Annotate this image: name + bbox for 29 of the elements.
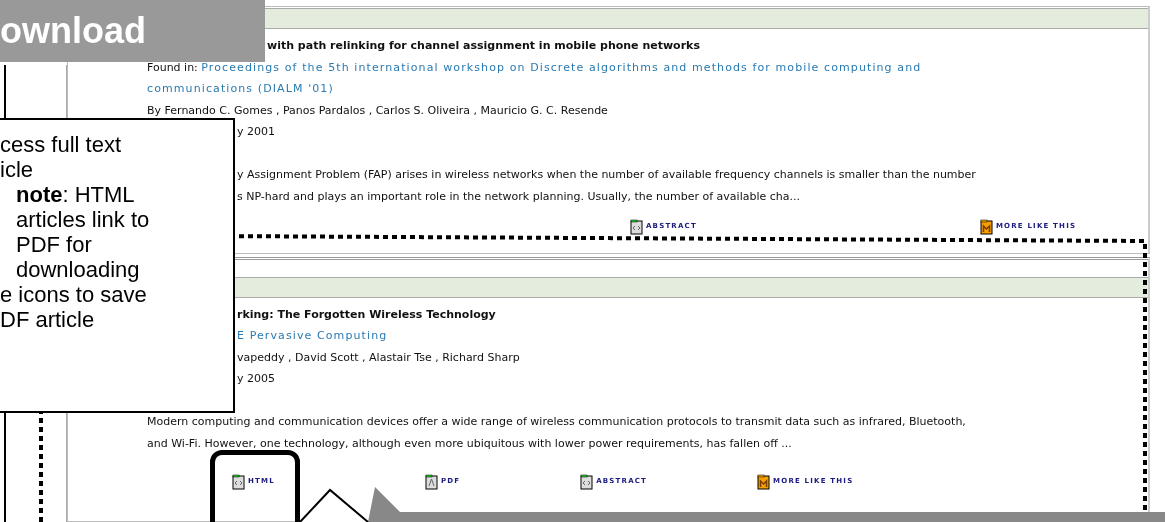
code-document-icon <box>580 474 595 491</box>
source-link[interactable]: E Pervasive Computing <box>237 329 388 343</box>
callout-text: icle <box>0 157 34 182</box>
date-text: y 2001 <box>237 125 275 138</box>
abstract-text: s NP-hard and plays an important role in the network planning. Usually, the number of available cha... <box>237 189 800 203</box>
document-icon <box>757 474 772 491</box>
date-text: y 2005 <box>237 372 275 386</box>
source-link[interactable]: Proceedings of the 5th international workshop on Discrete algorithms and methods for mobile computing and <box>201 60 922 74</box>
article-title[interactable]: rking: The Forgotten Wireless Technology <box>237 307 496 321</box>
code-document-icon <box>630 219 644 235</box>
callout-text: note: HTML <box>15 182 136 207</box>
abstract-text: and Wi-Fi. However, one technology, although even more ubiquitous with lower power requirements, has fallen off ... <box>147 436 792 450</box>
document-icon <box>979 219 994 235</box>
callout-text: articles link to <box>15 207 151 232</box>
pdf-document-icon <box>424 474 439 491</box>
code-document-icon <box>232 474 246 491</box>
abstract-text: y Assignment Problem (FAP) arises in wireless networks when the number of available frequency channels is smaller than the number <box>237 168 976 181</box>
callout-text: cess full text <box>0 132 123 157</box>
callout-text: e icons to save <box>0 282 148 307</box>
slide-title: ownload <box>0 0 265 62</box>
abstract-text: Modern computing and communication devices offer a wide range of wireless communication protocols to transmit data such as infrared, Bluetooth, <box>147 415 966 429</box>
callout-text: PDF for <box>15 232 93 257</box>
found-in-label: Found in: <box>147 60 198 74</box>
article-title[interactable]: with path relinking for channel assignment in mobile phone networks <box>267 39 700 52</box>
source-link[interactable]: communications (DIALM '01) <box>147 82 334 95</box>
callout-text: downloading <box>15 257 141 282</box>
callout-text: DF article <box>0 307 96 332</box>
authors-text: By Fernando C. Gomes , Panos Pardalos , Carlos S. Oliveira , Mauricio G. C. Resende <box>147 103 608 117</box>
authors-text: vapeddy , David Scott , Alastair Tse , Richard Sharp <box>237 350 520 364</box>
